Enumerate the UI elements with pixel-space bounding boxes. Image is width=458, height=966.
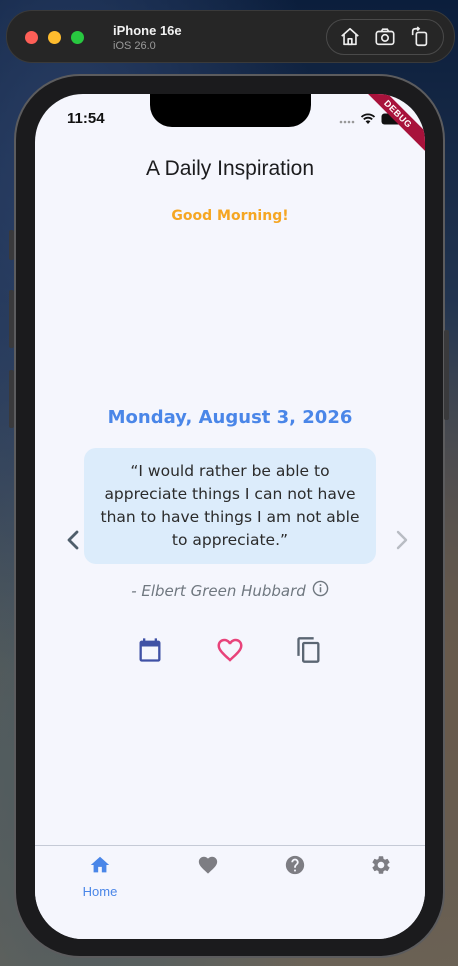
close-window-button[interactable]	[25, 31, 38, 44]
simulator-button-group	[326, 19, 444, 55]
bottom-navigation: Home	[35, 846, 425, 939]
heart-icon	[197, 854, 219, 880]
author-row: - Elbert Green Hubbard	[35, 580, 425, 601]
settings-icon	[370, 854, 392, 880]
status-time: 11:54	[67, 110, 105, 127]
next-quote-button[interactable]	[392, 530, 412, 550]
nav-item-help[interactable]	[252, 854, 338, 880]
cellular-icon	[339, 110, 355, 129]
chevron-left-icon	[67, 530, 79, 550]
greeting-text: Good Morning!	[171, 208, 289, 224]
quote-date: Monday, August 3, 2026	[107, 407, 353, 428]
favorite-icon[interactable]	[214, 634, 246, 666]
info-icon[interactable]	[312, 580, 329, 601]
simulator-toolbar: iPhone 16e iOS 26.0	[6, 10, 455, 63]
power-button	[444, 330, 449, 420]
home-icon[interactable]	[338, 25, 362, 49]
action-button	[9, 230, 14, 260]
nav-label-home: Home	[82, 884, 118, 899]
calendar-icon[interactable]	[134, 634, 166, 666]
home-icon	[89, 854, 111, 880]
copy-icon[interactable]	[293, 634, 325, 666]
notch	[150, 94, 311, 127]
volume-down-button	[9, 370, 14, 428]
quote-text: “I would rather be able to appreciate th…	[100, 462, 360, 549]
quote-card: “I would rather be able to appreciate th…	[84, 448, 376, 564]
chevron-right-icon	[396, 530, 408, 550]
quote-author: - Elbert Green Hubbard	[131, 581, 306, 600]
quote-actions	[35, 634, 425, 670]
minimize-window-button[interactable]	[48, 31, 61, 44]
help-icon	[284, 854, 306, 880]
device-name: iPhone 16e	[113, 23, 182, 38]
nav-item-settings[interactable]	[338, 854, 424, 880]
previous-quote-button[interactable]	[63, 530, 83, 550]
volume-up-button	[9, 290, 14, 348]
wifi-icon	[360, 110, 376, 129]
os-version: iOS 26.0	[113, 40, 156, 52]
nav-item-favorites[interactable]	[165, 854, 251, 880]
app-title: A Daily Inspiration	[145, 157, 315, 180]
rotate-icon[interactable]	[408, 25, 432, 49]
app-screen: 11:54 DEBUG A Daily Inspiration Good Mor…	[35, 94, 425, 939]
screenshot-icon[interactable]	[373, 25, 397, 49]
zoom-window-button[interactable]	[71, 31, 84, 44]
nav-item-home[interactable]: Home	[57, 854, 143, 899]
